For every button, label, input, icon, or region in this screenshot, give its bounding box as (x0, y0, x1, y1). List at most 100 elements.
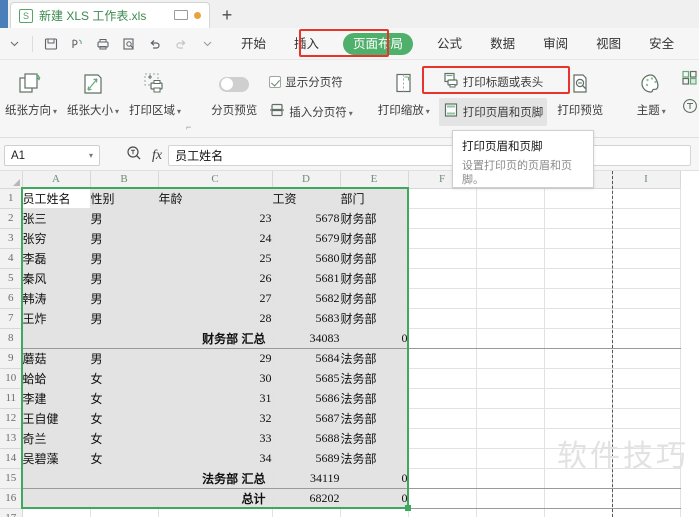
show-page-breaks-checkbox[interactable] (269, 76, 282, 88)
cell-F8[interactable] (408, 328, 477, 349)
cell-C15[interactable]: 法务部 汇总 (158, 468, 273, 489)
monitor-icon[interactable] (174, 9, 188, 22)
cell-E9[interactable]: 法务部 (340, 348, 409, 369)
cell-E1[interactable]: 部门 (340, 188, 409, 209)
column-header-I[interactable]: I (612, 171, 681, 189)
cell-B7[interactable]: 男 (90, 308, 159, 329)
row-header-2[interactable]: 2 (0, 208, 23, 229)
cell-D6[interactable]: 5682 (272, 288, 341, 309)
cell-G2[interactable] (476, 208, 545, 229)
cell-G3[interactable] (476, 228, 545, 249)
cell-H9[interactable] (544, 348, 613, 369)
cell-F1[interactable] (408, 188, 477, 209)
cell-B3[interactable]: 男 (90, 228, 159, 249)
cell-A15[interactable] (22, 468, 91, 489)
cell-B1[interactable]: 性别 (90, 188, 159, 209)
cell-B5[interactable]: 男 (90, 268, 159, 289)
cell-F11[interactable] (408, 388, 477, 409)
cell-F13[interactable] (408, 428, 477, 449)
cell-A11[interactable]: 李建 (22, 388, 91, 409)
cell-G12[interactable] (476, 408, 545, 429)
cell-G5[interactable] (476, 268, 545, 289)
row-header-11[interactable]: 11 (0, 388, 23, 409)
cell-F7[interactable] (408, 308, 477, 329)
row-header-17[interactable]: 17 (0, 508, 23, 517)
cell-H4[interactable] (544, 248, 613, 269)
cell-F15[interactable] (408, 468, 477, 489)
cell-F5[interactable] (408, 268, 477, 289)
row-header-5[interactable]: 5 (0, 268, 23, 289)
cell-A5[interactable]: 秦风 (22, 268, 91, 289)
print-icon[interactable] (91, 32, 115, 56)
cell-D10[interactable]: 5685 (272, 368, 341, 389)
cell-D16[interactable]: 68202 (272, 488, 341, 509)
cell-B8[interactable] (90, 328, 159, 349)
cell-B4[interactable]: 男 (90, 248, 159, 269)
row-header-9[interactable]: 9 (0, 348, 23, 369)
cell-C9[interactable]: 29 (158, 348, 273, 369)
cell-E13[interactable]: 法务部 (340, 428, 409, 449)
name-box-chevron-down-icon[interactable]: ▾ (89, 151, 93, 160)
cell-E4[interactable]: 财务部 (340, 248, 409, 269)
cell-E12[interactable]: 法务部 (340, 408, 409, 429)
ribbon-tab-data[interactable]: 数据 (480, 33, 525, 55)
selection-fill-handle[interactable] (405, 505, 411, 511)
cell-G17[interactable] (476, 508, 545, 517)
row-header-3[interactable]: 3 (0, 228, 23, 249)
formula-input[interactable]: 员工姓名 (168, 145, 691, 166)
cell-B15[interactable] (90, 468, 159, 489)
cell-G16[interactable] (476, 488, 545, 509)
cell-I7[interactable] (612, 308, 681, 329)
cell-A4[interactable]: 李磊 (22, 248, 91, 269)
cell-A8[interactable] (22, 328, 91, 349)
cell-C2[interactable]: 23 (158, 208, 273, 229)
theme-fonts-row[interactable] (677, 96, 699, 120)
cell-C4[interactable]: 25 (158, 248, 273, 269)
cell-E3[interactable]: 财务部 (340, 228, 409, 249)
ribbon-tab-start[interactable]: 开始 (231, 33, 276, 55)
cell-D3[interactable]: 5679 (272, 228, 341, 249)
row-header-1[interactable]: 1 (0, 188, 23, 209)
cell-G7[interactable] (476, 308, 545, 329)
cell-I2[interactable] (612, 208, 681, 229)
cell-E10[interactable]: 法务部 (340, 368, 409, 389)
cell-F16[interactable] (408, 488, 477, 509)
cell-B11[interactable]: 女 (90, 388, 159, 409)
fx-label[interactable]: fx (152, 148, 162, 164)
cell-C11[interactable]: 31 (158, 388, 273, 409)
cell-G1[interactable] (476, 188, 545, 209)
row-header-8[interactable]: 8 (0, 328, 23, 349)
cell-A16[interactable] (22, 488, 91, 509)
new-tab-button[interactable]: + (210, 2, 244, 28)
cell-G10[interactable] (476, 368, 545, 389)
cell-G11[interactable] (476, 388, 545, 409)
print-preview-icon[interactable] (117, 32, 141, 56)
cell-C8[interactable]: 财务部 汇总 (158, 328, 273, 349)
ribbon-tab-page-layout[interactable]: 页面布局 (343, 32, 414, 55)
cell-B17[interactable] (90, 508, 159, 517)
cell-A13[interactable]: 奇兰 (22, 428, 91, 449)
cell-H8[interactable] (544, 328, 613, 349)
cell-F12[interactable] (408, 408, 477, 429)
cell-I12[interactable] (612, 408, 681, 429)
cell-G4[interactable] (476, 248, 545, 269)
cell-B13[interactable]: 女 (90, 428, 159, 449)
cell-E16[interactable]: 0 (340, 488, 409, 509)
cell-F9[interactable] (408, 348, 477, 369)
cell-E8[interactable]: 0 (340, 328, 409, 349)
cell-G6[interactable] (476, 288, 545, 309)
output-as-pdf-icon[interactable] (65, 32, 89, 56)
cell-A6[interactable]: 韩涛 (22, 288, 91, 309)
row-header-15[interactable]: 15 (0, 468, 23, 489)
cell-H17[interactable] (544, 508, 613, 517)
cell-B10[interactable]: 女 (90, 368, 159, 389)
cell-F2[interactable] (408, 208, 477, 229)
row-header-10[interactable]: 10 (0, 368, 23, 389)
cell-B14[interactable]: 女 (90, 448, 159, 469)
cell-B9[interactable]: 男 (90, 348, 159, 369)
cell-E6[interactable]: 财务部 (340, 288, 409, 309)
cell-F6[interactable] (408, 288, 477, 309)
cell-I9[interactable] (612, 348, 681, 369)
cell-I17[interactable] (612, 508, 681, 517)
search-function-icon[interactable] (126, 145, 142, 166)
